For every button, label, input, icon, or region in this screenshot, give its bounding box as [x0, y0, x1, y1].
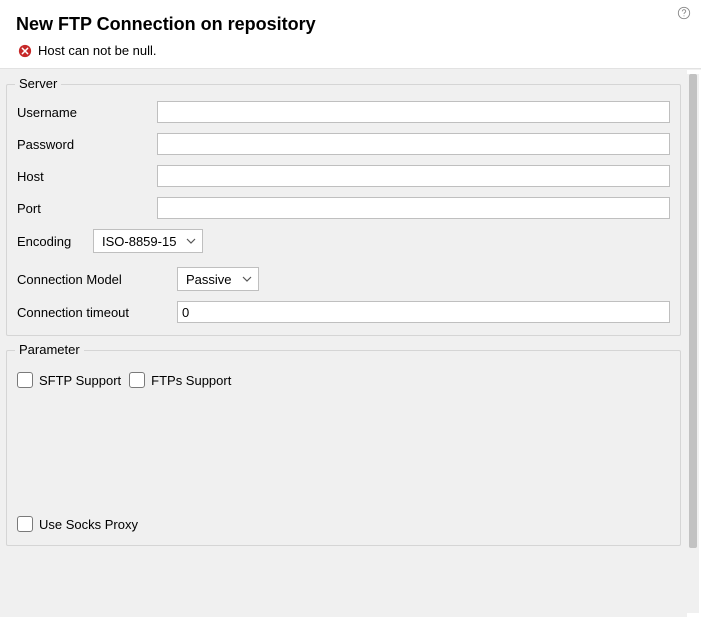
- scrollbar-thumb[interactable]: [689, 74, 697, 548]
- encoding-combo-value: ISO-8859-15: [102, 234, 176, 249]
- port-label: Port: [17, 201, 157, 216]
- dialog-title: New FTP Connection on repository: [16, 14, 685, 35]
- encoding-label: Encoding: [17, 234, 93, 249]
- parameter-group-legend: Parameter: [15, 342, 84, 357]
- checkbox-box: [17, 372, 33, 388]
- server-group-legend: Server: [15, 76, 61, 91]
- checkbox-box: [129, 372, 145, 388]
- host-label: Host: [17, 169, 157, 184]
- dialog-body: Server Username Password: [0, 69, 701, 617]
- username-label: Username: [17, 105, 157, 120]
- port-field[interactable]: [157, 197, 670, 219]
- ftps-support-checkbox[interactable]: FTPs Support: [129, 372, 231, 388]
- host-field[interactable]: [157, 165, 670, 187]
- connection-model-combo[interactable]: Passive: [177, 267, 259, 291]
- dialog-error-row: Host can not be null.: [18, 43, 685, 58]
- spacer: [17, 391, 670, 513]
- row-password: Password: [17, 133, 670, 155]
- chevron-down-icon: [242, 274, 252, 284]
- sftp-support-label: SFTP Support: [39, 373, 121, 388]
- use-socks-proxy-label: Use Socks Proxy: [39, 517, 138, 532]
- ftps-support-label: FTPs Support: [151, 373, 231, 388]
- dialog-header: New FTP Connection on repository Host ca…: [0, 0, 701, 69]
- username-field[interactable]: [157, 101, 670, 123]
- password-field[interactable]: [157, 133, 670, 155]
- row-port: Port: [17, 197, 670, 219]
- connection-timeout-field[interactable]: [177, 301, 670, 323]
- dialog-error-text: Host can not be null.: [38, 43, 157, 58]
- parameter-group: Parameter SFTP Support FTPs Support: [6, 350, 681, 546]
- row-host: Host: [17, 165, 670, 187]
- checkbox-box: [17, 516, 33, 532]
- use-socks-proxy-checkbox[interactable]: Use Socks Proxy: [17, 516, 138, 532]
- connection-model-combo-value: Passive: [186, 272, 232, 287]
- form-area: Server Username Password: [0, 70, 687, 617]
- row-encoding: Encoding ISO-8859-15: [17, 229, 670, 253]
- vertical-scrollbar[interactable]: [687, 74, 699, 613]
- row-username: Username: [17, 101, 670, 123]
- sftp-support-checkbox[interactable]: SFTP Support: [17, 372, 121, 388]
- row-connection-model: Connection Model Passive: [17, 267, 670, 291]
- error-icon: [18, 44, 32, 58]
- encoding-combo[interactable]: ISO-8859-15: [93, 229, 203, 253]
- chevron-down-icon: [186, 236, 196, 246]
- server-group: Server Username Password: [6, 84, 681, 336]
- dialog-root: New FTP Connection on repository Host ca…: [0, 0, 701, 617]
- connection-timeout-label: Connection timeout: [17, 305, 177, 320]
- help-icon[interactable]: [677, 6, 691, 20]
- row-connection-timeout: Connection timeout: [17, 301, 670, 323]
- password-label: Password: [17, 137, 157, 152]
- connection-model-label: Connection Model: [17, 272, 177, 287]
